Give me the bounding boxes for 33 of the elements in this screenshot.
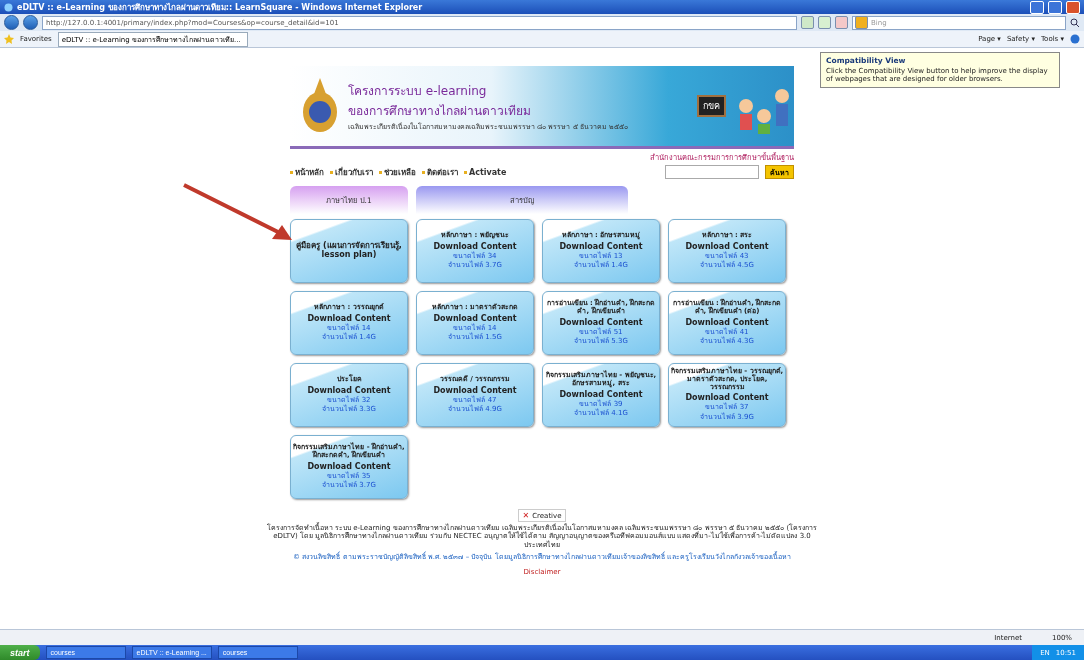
download-link[interactable]: Download Content [433,313,517,323]
chalkboard-text: กขค [697,95,726,117]
search-icon[interactable] [1070,17,1080,28]
window-title: eDLTV :: e-Learning ของการศึกษาทางไกลผ่านดาวเทียม:: LearnSquare - Windows Internet Explorer [17,1,424,14]
download-link[interactable]: Download Content [433,385,517,395]
nav-link[interactable]: Activate [464,167,507,177]
nav-link[interactable]: ติดต่อเรา [422,165,458,179]
site-search-field[interactable] [665,165,759,179]
download-link[interactable]: Download Content [685,317,769,327]
download-link[interactable]: Download Content [307,313,391,323]
download-link[interactable]: Download Content [685,241,769,251]
nav-link[interactable]: เกี่ยวกับเรา [330,165,373,179]
download-link[interactable]: Download Content [559,317,643,327]
download-link[interactable]: Download Content [307,385,391,395]
download-link[interactable]: Download Content [433,241,517,251]
download-link[interactable]: Download Content [685,393,769,403]
nav-link[interactable]: ช่วยเหลือ [379,165,416,179]
download-link[interactable]: Download Content [559,241,643,251]
download-link[interactable]: Download Content [559,389,643,399]
minimize-button[interactable] [1030,0,1044,14]
back-button[interactable] [4,15,19,30]
maximize-button[interactable] [1048,0,1062,14]
close-button[interactable] [1066,0,1080,14]
download-link[interactable]: Download Content [307,461,391,471]
start-button[interactable]: start [0,645,40,660]
card-title: คู่มือครู (แผนการจัดการเรียนรู้, lesson plan) [295,242,403,260]
broken-image-icon: ✕ [522,511,530,520]
banner-title: โครงการระบบ e-learning [348,82,488,100]
nav-link[interactable]: หน้าหลัก [290,165,324,179]
forward-button[interactable] [23,15,38,30]
star-icon [4,34,14,44]
banner-title: ของการศึกษาทางไกลผ่านดาวเทียม [348,102,532,120]
lesson-plan-card[interactable]: คู่มือครู (แผนการจัดการเรียนรู้, lesson plan) [290,219,408,283]
